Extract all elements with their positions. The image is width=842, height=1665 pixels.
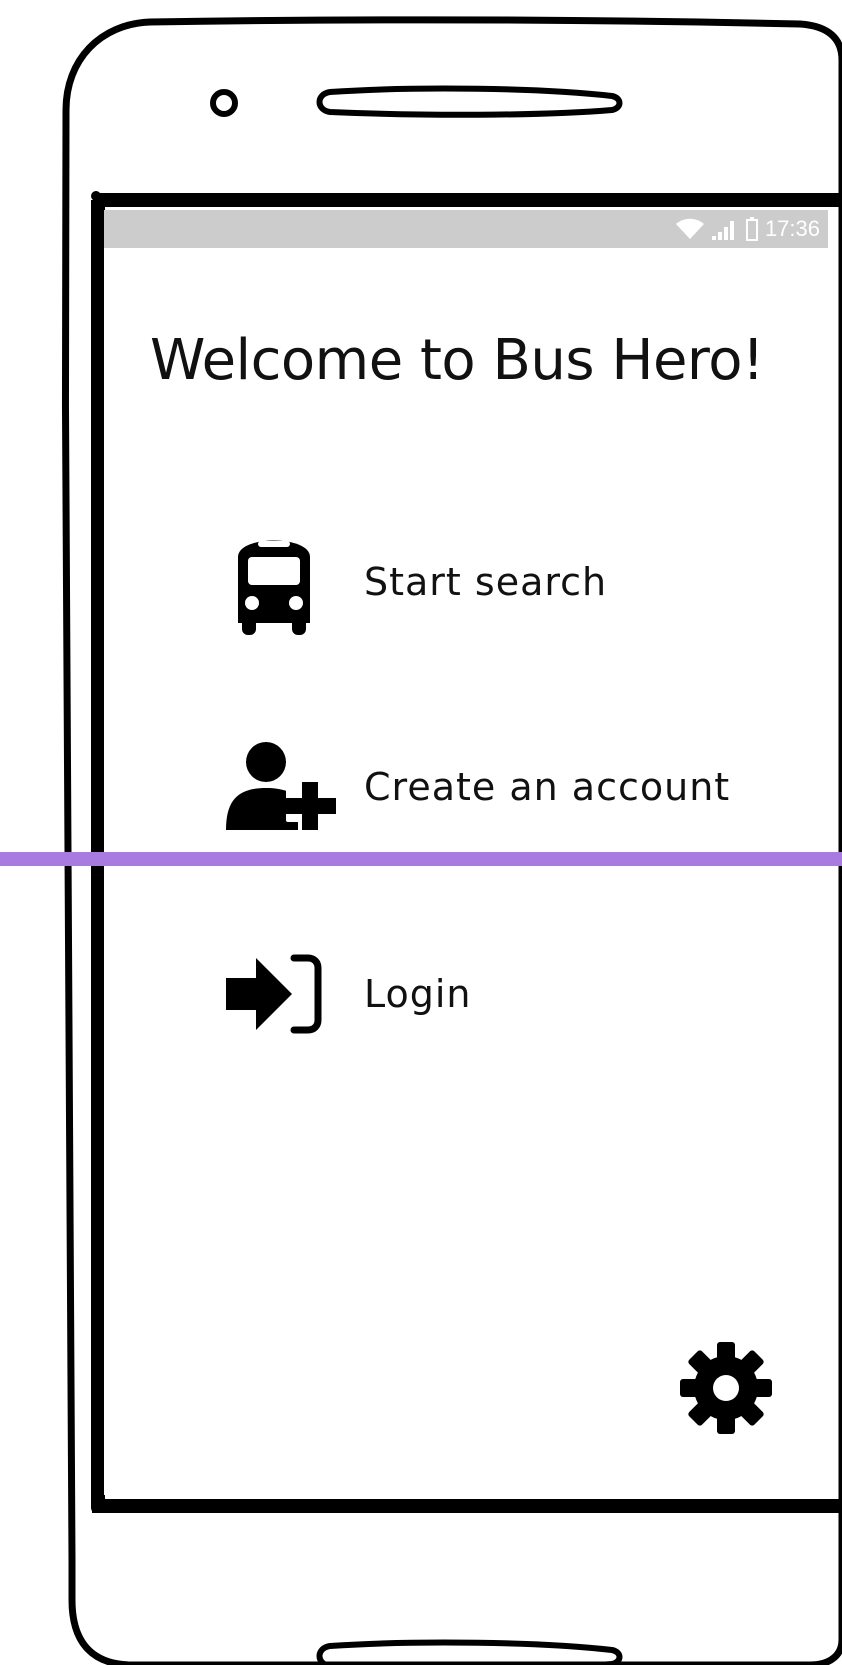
start-search-label: Start search (364, 560, 608, 604)
page-title: Welcome to Bus Hero! (150, 328, 764, 393)
start-search-button[interactable]: Start search (224, 532, 784, 635)
battery-icon (745, 217, 758, 241)
add-user-icon (226, 742, 336, 830)
settings-button[interactable] (676, 1338, 776, 1438)
bus-icon (238, 540, 310, 635)
create-account-button[interactable]: Create an account (224, 737, 784, 837)
status-time: 17:36 (764, 216, 820, 241)
login-button[interactable]: Login (224, 944, 784, 1044)
login-label: Login (364, 972, 472, 1016)
create-account-label: Create an account (364, 765, 731, 809)
signal-icon (711, 221, 734, 240)
wifi-icon (675, 218, 704, 239)
status-bar: 17:36 (104, 210, 828, 248)
login-icon (226, 954, 322, 1034)
purple-divider-line (0, 852, 842, 866)
gear-icon (680, 1342, 772, 1434)
